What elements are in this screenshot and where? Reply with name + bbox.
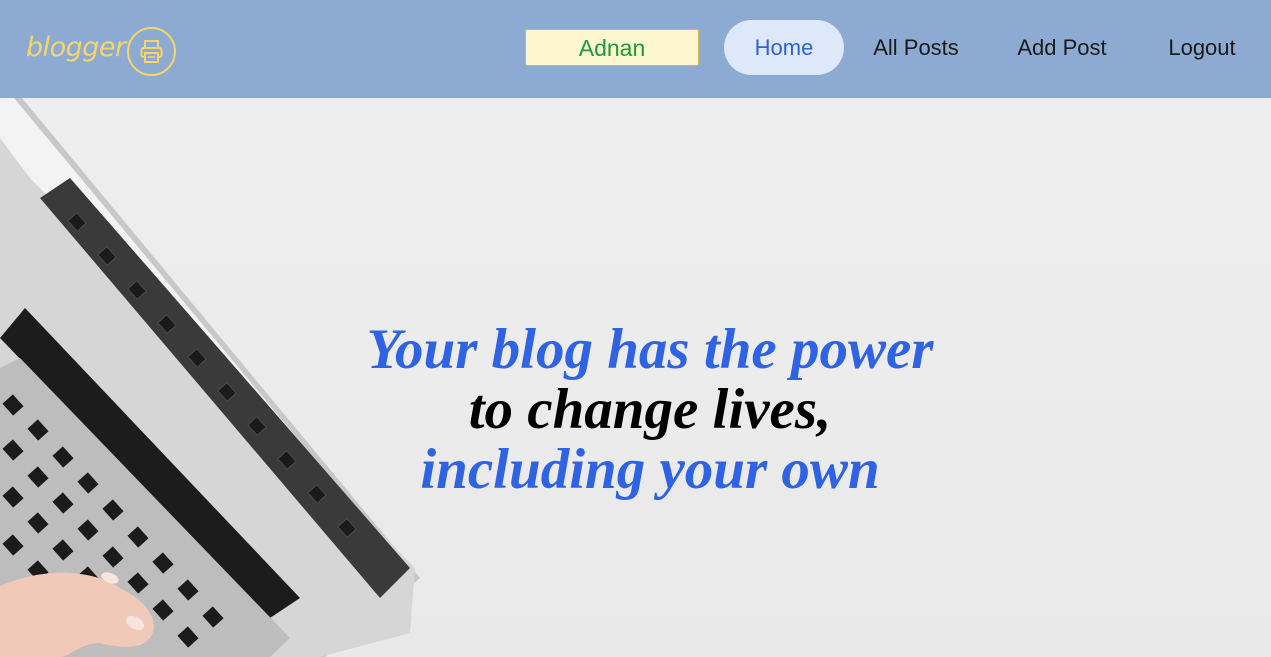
nav-all-posts[interactable]: All Posts [866, 20, 966, 75]
headline-line-3: including your own [420, 438, 880, 501]
hero-section: Your blog has the power to change lives,… [0, 98, 1271, 657]
nav-home[interactable]: Home [724, 20, 844, 75]
hero-headline: Your blog has the power to change lives,… [300, 320, 1000, 500]
brand-name[interactable]: blogger [26, 32, 126, 63]
headline-line-2: to change lives, [468, 378, 832, 441]
nav-logout[interactable]: Logout [1160, 20, 1244, 75]
headline-line-1: Your blog has the power [366, 318, 934, 381]
navbar: blogger Adnan Home All Posts Add Post Lo… [0, 0, 1271, 98]
user-name-badge: Adnan [525, 29, 699, 66]
printer-icon[interactable] [127, 27, 176, 76]
nav-add-post[interactable]: Add Post [1008, 20, 1116, 75]
